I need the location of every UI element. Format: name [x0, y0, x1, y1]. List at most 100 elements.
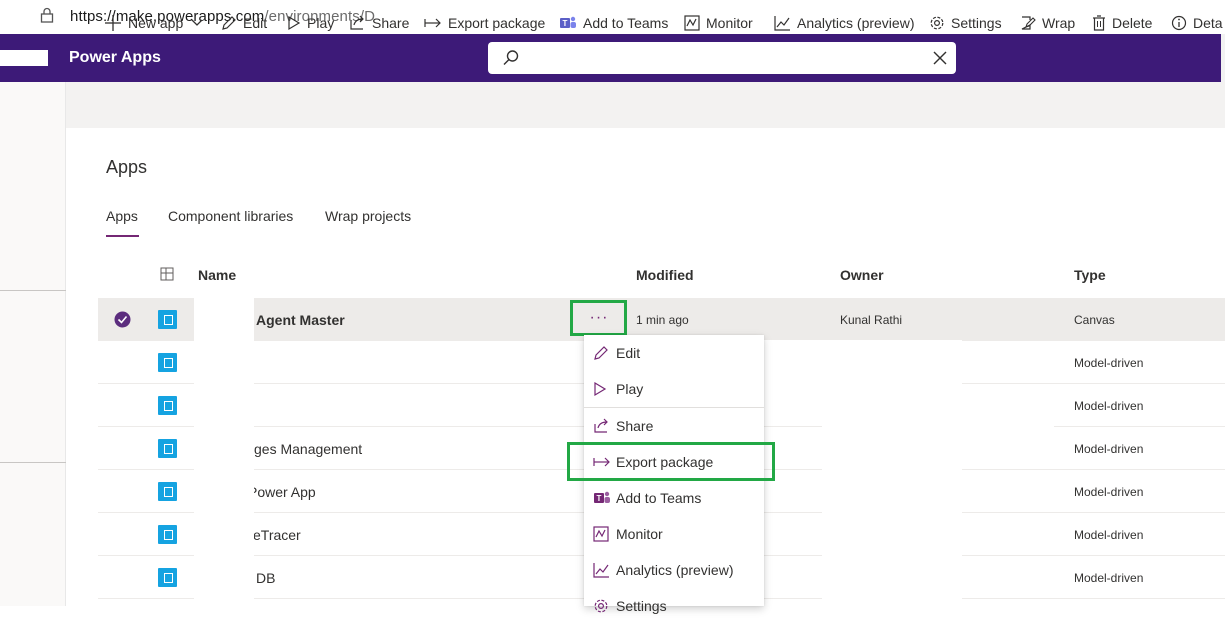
wrap-label: Wrap [1042, 15, 1076, 31]
play-label: Play [307, 15, 335, 31]
menu-item-analytics[interactable]: Analytics (preview) [584, 552, 764, 588]
highlight-box-export [567, 442, 775, 481]
edit-button[interactable]: Edit [221, 12, 267, 34]
model-app-icon [158, 525, 177, 544]
column-header-type[interactable]: Type [1074, 267, 1106, 283]
app-name[interactable]: ges Management [254, 441, 362, 457]
monitor-button[interactable]: Monitor [684, 12, 753, 34]
teams-icon: T [560, 16, 576, 28]
nav-divider [0, 290, 66, 291]
analytics-label: Analytics (preview) [797, 15, 915, 31]
menu-item-label: Analytics (preview) [616, 562, 734, 578]
redaction-mask [962, 384, 1054, 428]
app-name[interactable]: Power App [248, 484, 316, 500]
redacted-logo [0, 50, 48, 66]
play-button[interactable]: Play [287, 12, 334, 34]
column-header-name[interactable]: Name [198, 267, 236, 283]
delete-button[interactable]: Delete [1092, 12, 1152, 34]
search-box[interactable] [488, 42, 956, 74]
app-name[interactable]: Agent Master [256, 312, 345, 328]
play-icon [594, 381, 607, 397]
export-package-label: Export package [448, 15, 546, 31]
menu-item-play[interactable]: Play [584, 371, 764, 407]
active-tab-indicator [106, 235, 139, 237]
modified-cell: 1 min ago [636, 313, 689, 327]
chevron-down-icon[interactable] [191, 19, 203, 27]
analytics-button[interactable]: Analytics (preview) [774, 12, 914, 34]
teams-icon: T [594, 491, 610, 503]
type-cell: Model-driven [1074, 356, 1144, 370]
trash-icon [1093, 15, 1105, 31]
model-app-icon [158, 439, 177, 458]
add-to-teams-label: Add to Teams [583, 15, 669, 31]
menu-item-label: Monitor [616, 526, 663, 542]
row-checked-icon[interactable] [114, 311, 131, 328]
menu-item-edit[interactable]: Edit [584, 335, 764, 371]
new-app-label: New app [128, 15, 184, 31]
analytics-icon [593, 563, 609, 578]
share-label: Share [372, 15, 410, 31]
info-icon [1171, 15, 1187, 31]
menu-item-settings[interactable]: Settings [584, 588, 764, 624]
export-package-button[interactable]: Export package [424, 12, 545, 34]
monitor-icon [593, 526, 609, 542]
wrap-icon [1021, 16, 1036, 30]
redaction-mask [194, 297, 254, 606]
command-bar [66, 82, 1225, 128]
app-name[interactable]: DB [256, 570, 275, 586]
app-header: Power Apps [0, 34, 1225, 82]
column-header-modified[interactable]: Modified [636, 267, 694, 283]
menu-item-label: Settings [616, 598, 667, 614]
app-name[interactable]: eTracer [253, 527, 301, 543]
monitor-label: Monitor [706, 15, 753, 31]
analytics-icon [774, 16, 790, 31]
lock-icon [40, 7, 54, 23]
menu-item-label: Share [616, 418, 654, 434]
play-icon [288, 15, 301, 31]
type-cell: Model-driven [1074, 442, 1144, 456]
gear-icon [594, 599, 608, 613]
share-icon [350, 15, 364, 30]
svg-text:T: T [597, 494, 602, 503]
type-cell: Canvas [1074, 313, 1115, 327]
tab-wrap-projects[interactable]: Wrap projects [325, 208, 411, 224]
type-cell: Model-driven [1074, 485, 1144, 499]
menu-item-share[interactable]: Share [584, 408, 764, 444]
column-options-icon[interactable] [160, 267, 174, 281]
type-cell: Model-driven [1074, 571, 1144, 585]
model-app-icon [158, 568, 177, 587]
new-app-button[interactable]: New app [104, 12, 209, 34]
tab-component-libraries[interactable]: Component libraries [168, 208, 293, 224]
type-cell: Model-driven [1074, 528, 1144, 542]
column-header-owner[interactable]: Owner [840, 267, 884, 283]
menu-item-label: Play [616, 381, 644, 397]
redaction-mask [822, 340, 962, 606]
share-button[interactable]: Share [349, 12, 409, 34]
redaction-mask [764, 340, 822, 384]
gear-icon [930, 16, 944, 30]
scrollbar-edge [1221, 34, 1225, 82]
svg-text:T: T [563, 19, 568, 28]
details-label: Deta [1193, 15, 1223, 31]
menu-item-add-to-teams[interactable]: T Add to Teams [584, 480, 764, 516]
search-icon [503, 50, 519, 65]
clear-search-icon[interactable] [932, 50, 948, 66]
plus-icon [105, 15, 121, 31]
delete-label: Delete [1112, 15, 1153, 31]
owner-cell: Kunal Rathi [840, 313, 903, 327]
menu-item-monitor[interactable]: Monitor [584, 516, 764, 552]
tab-apps[interactable]: Apps [106, 208, 138, 224]
brand-title[interactable]: Power Apps [69, 49, 161, 67]
add-to-teams-button[interactable]: T Add to Teams [559, 12, 668, 34]
page-title: Apps [106, 157, 148, 177]
pencil-icon [594, 346, 608, 360]
wrap-button[interactable]: Wrap [1020, 12, 1075, 34]
details-button[interactable]: Deta [1171, 12, 1223, 34]
nav-divider [0, 462, 66, 463]
model-app-icon [158, 482, 177, 501]
model-app-icon [158, 353, 177, 372]
pencil-icon [222, 16, 236, 30]
settings-button[interactable]: Settings [929, 12, 1002, 34]
edit-label: Edit [243, 15, 268, 31]
left-navigation [0, 82, 66, 606]
